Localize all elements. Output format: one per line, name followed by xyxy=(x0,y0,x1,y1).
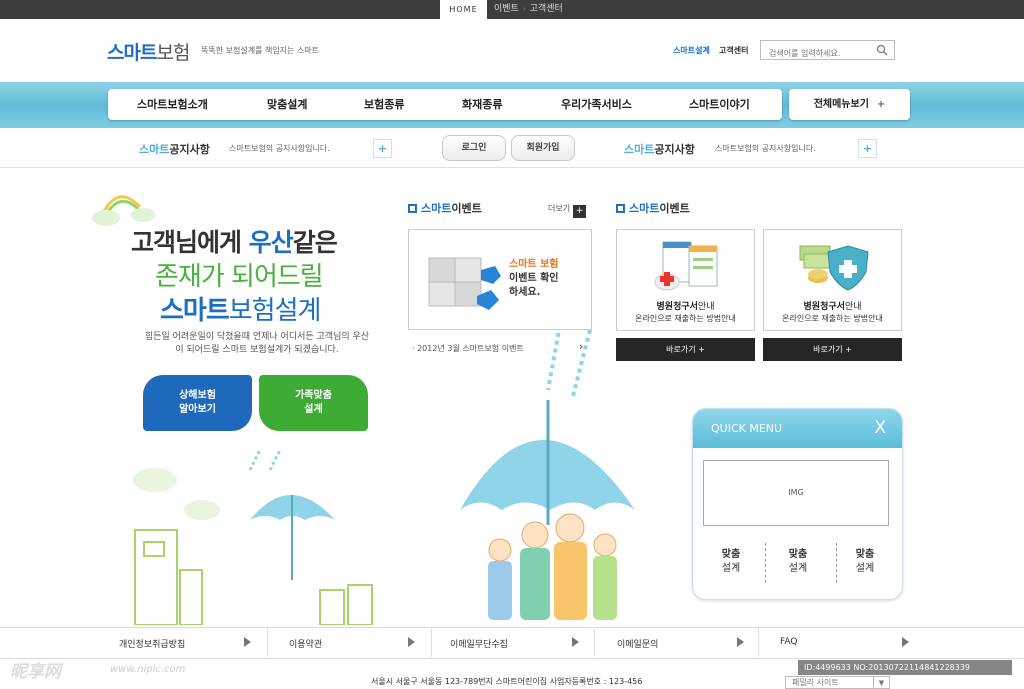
separator-icon: › xyxy=(522,5,526,13)
event-banner[interactable]: 스마트 보험 이벤트 확인 하세요. xyxy=(408,229,592,330)
top-utility-bar: HOME 이벤트 › 고객센터 xyxy=(0,0,1024,19)
nav-item-custom[interactable]: 맞춤설계 xyxy=(267,89,307,120)
join-button[interactable]: 회원가입 xyxy=(511,135,575,161)
quick-menu-title: QUICK MENU xyxy=(711,422,783,435)
login-button[interactable]: 로그인 xyxy=(442,135,506,161)
chevron-down-icon: ▼ xyxy=(873,677,889,689)
arrow-right-icon xyxy=(408,637,415,647)
plus-icon: + xyxy=(876,99,886,110)
footer-link-terms[interactable]: 이용약관 xyxy=(289,637,322,650)
header-link-smart[interactable]: 스마트설계 xyxy=(673,45,710,56)
notice-title-right[interactable]: 스마트공지사항 xyxy=(624,141,695,157)
card-subtitle: 온라인으로 재출하는 방법안내 xyxy=(782,314,883,323)
event-card-1[interactable]: 병원청구서안내 온라인으로 재출하는 방법안내 xyxy=(616,229,755,331)
go-button-2[interactable]: 바로가기 + xyxy=(763,338,902,361)
footer-link-email-policy[interactable]: 이메일무단수집 xyxy=(450,637,508,650)
event-card-2[interactable]: 병원청구서안내 온라인으로 재출하는 방법안내 xyxy=(763,229,902,331)
arrow-right-icon xyxy=(737,637,744,647)
card-subtitle: 온라인으로 재출하는 방법안내 xyxy=(635,314,736,323)
top-link-cs[interactable]: 고객센터 xyxy=(530,4,563,14)
search-box xyxy=(760,40,895,63)
footer-link-faq[interactable]: FAQ xyxy=(780,637,797,647)
nav-item-family-service[interactable]: 우리가족서비스 xyxy=(561,89,632,120)
home-link[interactable]: HOME xyxy=(440,0,487,19)
watermark-logo: 昵享网 xyxy=(10,662,61,682)
accident-insurance-button[interactable]: 상해보험 알아보기 xyxy=(143,375,252,431)
more-link[interactable]: 더보기 + xyxy=(548,203,587,218)
hero-line-2: 존재가 되어드릴 xyxy=(155,262,324,292)
notice-title-left[interactable]: 스마트공지사항 xyxy=(139,141,210,157)
notice-plus-right[interactable]: + xyxy=(858,139,877,158)
footer-link-privacy[interactable]: 개인정보취급방침 xyxy=(119,637,185,650)
arrow-right-icon xyxy=(902,637,909,647)
watermark-url: www.nipic.com xyxy=(110,664,186,675)
header-link-cs[interactable]: 고객센터 xyxy=(719,45,748,56)
prescription-icon xyxy=(654,241,718,291)
chevron-right-icon[interactable]: › xyxy=(579,340,583,353)
hero-subtext: 힘든일 어려운일이 닥쳤을때 언제나 어디서든 고객님의 우산이 되어드릴 스마… xyxy=(144,332,370,355)
divider xyxy=(758,629,759,657)
nav-item-insurance-type[interactable]: 보험종류 xyxy=(364,89,404,120)
divider xyxy=(594,629,595,657)
quick-item-3[interactable]: 맞춤 설계 xyxy=(835,548,895,576)
card-title: 병원청구서안내 xyxy=(803,302,862,312)
town-umbrella-illustration xyxy=(133,450,373,625)
event-section-title: 스마트이벤트 xyxy=(408,200,482,216)
quick-menu-image: IMG xyxy=(703,460,889,526)
nav-item-intro[interactable]: 스마트보험소개 xyxy=(137,89,208,120)
all-menu-button[interactable]: 전체메뉴보기 + xyxy=(789,89,910,120)
nav-item-story[interactable]: 스마트이야기 xyxy=(689,89,750,120)
hero-line-3: 스마트보험설계 xyxy=(160,296,321,326)
umbrella-family-illustration xyxy=(460,324,635,620)
top-links: 이벤트 › 고객센터 xyxy=(494,0,563,19)
notice-text-right[interactable]: 스마트보험의 공지사항입니다. xyxy=(715,143,816,154)
logo[interactable]: 스마트보험 xyxy=(107,38,190,65)
square-icon xyxy=(616,204,625,213)
go-button-1[interactable]: 바로가기 + xyxy=(616,338,755,361)
quick-item-2[interactable]: 맞춤 설계 xyxy=(768,548,828,576)
divider xyxy=(431,629,432,657)
footer-address: 서울시 서울구 서울동 123-789번지 스마트어린이집 사업자등록번호 : … xyxy=(371,677,643,686)
notice-text-left[interactable]: 스마트보험의 공지사항입니다. xyxy=(229,143,330,154)
search-input[interactable] xyxy=(761,44,869,63)
family-custom-button[interactable]: 가족맞춤 설계 xyxy=(259,375,368,431)
quick-menu: QUICK MENU X IMG 맞춤 설계 맞춤 설계 맞춤 설계 xyxy=(692,408,903,600)
arrow-right-icon xyxy=(244,637,251,647)
card-title: 병원청구서안내 xyxy=(656,302,715,312)
divider xyxy=(267,629,268,657)
notice-plus-left[interactable]: + xyxy=(373,139,392,158)
event-banner-text: 스마트 보험 이벤트 확인 하세요. xyxy=(509,259,559,298)
close-icon[interactable]: X xyxy=(874,418,886,438)
footer-link-email-inquiry[interactable]: 이메일문의 xyxy=(617,637,658,650)
square-icon xyxy=(408,204,417,213)
search-icon[interactable] xyxy=(876,44,888,56)
plus-icon: + xyxy=(573,205,587,218)
slogan: 똑똑한 보험설계를 책임지는 스마트 xyxy=(201,46,320,55)
family-site-select[interactable]: 패밀리 사이트 ▼ xyxy=(785,676,890,689)
divider xyxy=(765,543,766,583)
watermark-id: ID:4499633 NO:20130722114841228339 xyxy=(798,660,1012,675)
main-nav: 스마트보험소개 맞춤설계 보험종류 화재종류 우리가족서비스 스마트이야기 xyxy=(108,89,782,120)
quick-item-1[interactable]: 맞춤 설계 xyxy=(701,548,761,576)
top-link-event[interactable]: 이벤트 xyxy=(494,4,519,14)
event-list-item[interactable]: · 2012년 3월 스마트보험 이벤트 xyxy=(412,343,524,354)
event-cards-title: 스마트이벤트 xyxy=(616,200,690,216)
money-shield-icon xyxy=(799,245,869,291)
hero-line-1: 고객님에게 우산같은 xyxy=(131,228,338,257)
nav-item-fire-type[interactable]: 화재종류 xyxy=(462,89,502,120)
arrow-right-icon xyxy=(572,637,579,647)
puzzle-icon xyxy=(428,257,501,310)
